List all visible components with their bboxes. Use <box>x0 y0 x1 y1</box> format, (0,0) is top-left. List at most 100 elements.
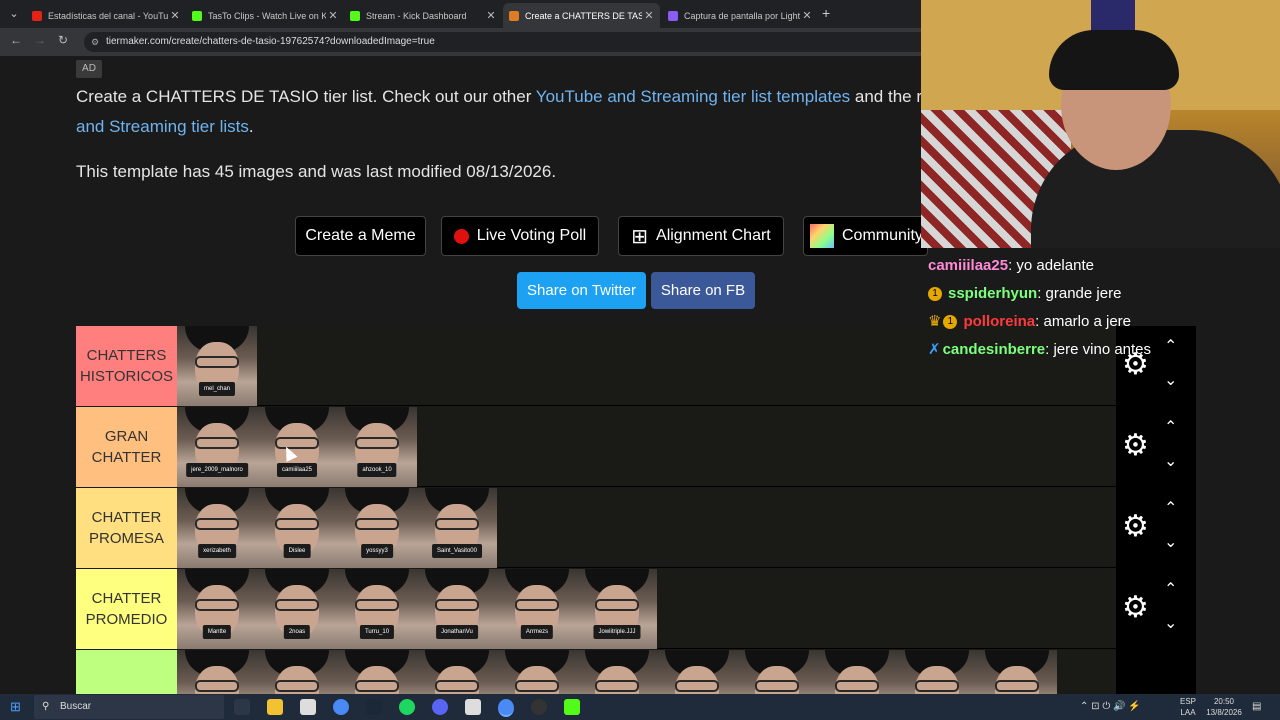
discord-icon[interactable] <box>432 699 448 715</box>
obs-icon[interactable] <box>531 699 547 715</box>
new-tab-plus-icon[interactable]: + <box>822 5 830 21</box>
share-twitter-button[interactable]: Share on Twitter <box>517 272 646 309</box>
windows-start-icon[interactable]: ⊞ <box>10 700 24 714</box>
move-down-chevron-icon[interactable]: ⌄ <box>1164 613 1177 633</box>
file-explorer-icon[interactable] <box>267 699 283 715</box>
tier-item[interactable] <box>177 650 257 694</box>
tier-item[interactable] <box>977 650 1057 694</box>
move-down-chevron-icon[interactable]: ⌄ <box>1164 532 1177 552</box>
sword-badge-icon: ✗ <box>928 341 941 358</box>
tier-item[interactable]: Turru_10 <box>337 569 417 649</box>
chrome-active-icon[interactable] <box>498 699 514 717</box>
chat-username[interactable]: camiiilaa25 <box>928 257 1008 274</box>
tab-kick-dashboard[interactable]: Stream - Kick Dashboard ✕ <box>344 3 502 28</box>
streaming-tier-lists-link[interactable]: and Streaming tier lists <box>76 117 249 136</box>
tier-label[interactable]: GRAN CHATTER <box>76 407 177 487</box>
tier-item[interactable] <box>417 650 497 694</box>
settings-gear-icon[interactable]: ⚙ <box>1122 431 1149 461</box>
steam-icon[interactable] <box>366 699 382 715</box>
alignment-chart-button[interactable]: ⊞ Alignment Chart <box>618 216 784 256</box>
close-icon[interactable]: ✕ <box>800 9 814 22</box>
spotify-icon[interactable] <box>399 699 415 715</box>
tier-item[interactable] <box>817 650 897 694</box>
tier-item[interactable] <box>257 650 337 694</box>
move-up-chevron-icon[interactable]: ⌃ <box>1164 498 1177 518</box>
chat-username[interactable]: polloreina <box>963 313 1035 330</box>
move-down-chevron-icon[interactable]: ⌄ <box>1164 451 1177 471</box>
taskbar-search[interactable]: ⚲ Buscar <box>34 695 224 719</box>
tier-row <box>76 650 1116 694</box>
tier-item[interactable]: ahzook_10 <box>337 407 417 487</box>
reload-icon[interactable]: ↻ <box>58 33 68 47</box>
tier-item[interactable]: camiiilaa25 <box>257 407 337 487</box>
close-icon[interactable]: ✕ <box>642 9 656 22</box>
chat-text: : yo adelante <box>1008 257 1094 274</box>
webcam-overlay <box>921 0 1280 248</box>
button-label: Alignment Chart <box>656 227 771 244</box>
task-view-icon[interactable] <box>234 699 250 715</box>
notification-icon[interactable]: ▤ <box>1252 701 1261 712</box>
tray-icons[interactable]: ⌃ ⊡ ⏻ 🔊 ⚡ <box>1080 701 1141 712</box>
tab-title: Estadísticas del canal - YouTube <box>48 10 168 21</box>
tier-item[interactable]: Arrmezs <box>497 569 577 649</box>
tab-search-menu-icon[interactable]: ⌄ <box>4 4 24 24</box>
settings-gear-icon[interactable]: ⚙ <box>1122 593 1149 623</box>
tier-item[interactable] <box>657 650 737 694</box>
language-code: ESP <box>1180 697 1197 706</box>
tier-item[interactable]: jere_2009_malnoro <box>177 407 257 487</box>
language-indicator[interactable]: ESP LAA <box>1180 696 1196 718</box>
search-placeholder: Buscar <box>60 701 92 712</box>
chat-username[interactable]: candesinberre <box>943 341 1046 358</box>
tier-item[interactable]: mel_chan <box>177 326 257 406</box>
community-button[interactable]: Community <box>803 216 928 256</box>
tier-item[interactable]: 2noas <box>257 569 337 649</box>
tab-tiermaker[interactable]: Create a CHATTERS DE TASIO Tier List ✕ <box>503 3 660 28</box>
tier-item[interactable]: xerizabeth <box>177 488 257 568</box>
tier-controls: ⚙ ⌃ ⌄ ⚙ ⌃ ⌄ ⚙ ⌃ ⌄ ⚙ ⌃ ⌄ <box>1116 326 1196 694</box>
tier-item[interactable] <box>497 650 577 694</box>
tab-youtube-stats[interactable]: Estadísticas del canal - YouTube ✕ <box>26 3 186 28</box>
tier-item[interactable] <box>337 650 417 694</box>
back-arrow-icon[interactable]: ← <box>10 33 22 47</box>
tier-item[interactable]: JonathanVu <box>417 569 497 649</box>
kick-taskbar-icon[interactable] <box>564 699 580 715</box>
capcut-icon[interactable] <box>300 699 316 715</box>
tier-label[interactable] <box>76 650 177 694</box>
move-up-chevron-icon[interactable]: ⌃ <box>1164 579 1177 599</box>
tier-label[interactable]: CHATTERS HISTORICOS <box>76 326 177 406</box>
tier-item[interactable]: Saint_Vasito00 <box>417 488 497 568</box>
youtube-templates-link[interactable]: YouTube and Streaming tier list template… <box>536 87 850 106</box>
settings-gear-icon[interactable]: ⚙ <box>1122 512 1149 542</box>
tier-item[interactable] <box>577 650 657 694</box>
chat-message: camiiilaa25: yo adelante <box>928 252 1198 280</box>
tier-label[interactable]: CHATTER PROMESA <box>76 488 177 568</box>
tier-label[interactable]: CHATTER PROMEDIO <box>76 569 177 649</box>
chat-username[interactable]: sspiderhyun <box>948 285 1037 302</box>
move-down-chevron-icon[interactable]: ⌄ <box>1164 370 1177 390</box>
share-fb-button[interactable]: Share on FB <box>651 272 755 309</box>
tier-item[interactable]: Mantte <box>177 569 257 649</box>
tier-item[interactable] <box>737 650 817 694</box>
move-up-chevron-icon[interactable]: ⌃ <box>1164 417 1177 437</box>
close-icon[interactable]: ✕ <box>326 9 340 22</box>
capcut-icon-2[interactable] <box>465 699 481 715</box>
item-name-tag: Dislee <box>283 544 311 558</box>
item-name-tag: yossyy3 <box>361 544 393 558</box>
site-info-icon[interactable]: ⚙ <box>91 32 99 52</box>
create-meme-button[interactable]: Create a Meme <box>295 216 426 256</box>
url-field[interactable]: ⚙ tiermaker.com/create/chatters-de-tasio… <box>84 32 934 52</box>
tier-item[interactable]: Dislee <box>257 488 337 568</box>
chrome-icon[interactable] <box>333 699 349 715</box>
tier-item[interactable]: Jowiitriple.JJJ <box>577 569 657 649</box>
live-voting-poll-button[interactable]: Live Voting Poll <box>441 216 599 256</box>
forward-arrow-icon[interactable]: → <box>34 33 46 47</box>
tab-lightshot[interactable]: Captura de pantalla por Lightshot ✕ <box>662 3 818 28</box>
clock[interactable]: 20:50 13/8/2026 <box>1202 696 1246 718</box>
tab-kick-clips[interactable]: TasTo Clips - Watch Live on Kick ✕ <box>186 3 344 28</box>
close-icon[interactable]: ✕ <box>168 9 182 22</box>
tier-item[interactable]: yossyy3 <box>337 488 417 568</box>
button-label: Live Voting Poll <box>476 227 587 244</box>
streamer-hair <box>1049 30 1179 90</box>
close-icon[interactable]: ✕ <box>484 9 498 22</box>
tier-item[interactable] <box>897 650 977 694</box>
